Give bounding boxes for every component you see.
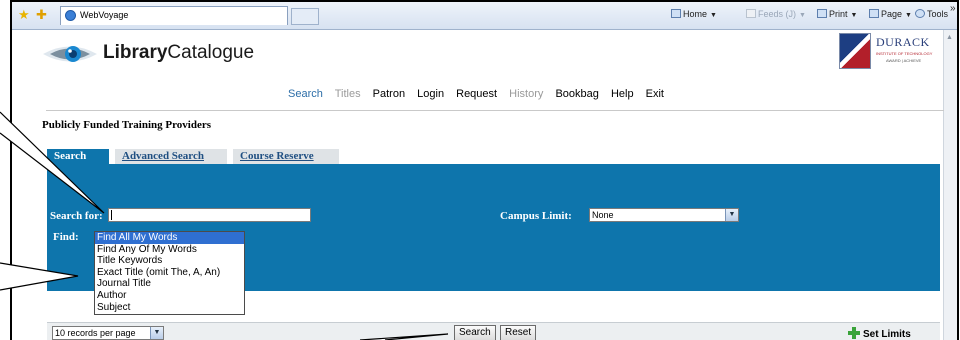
browser-tab[interactable]: WebVoyage (60, 6, 288, 25)
chevron-down-icon[interactable]: ▼ (725, 209, 738, 221)
tab-advanced-search[interactable]: Advanced Search (115, 149, 227, 164)
feeds-button[interactable]: Feeds (J) ▼ (746, 9, 809, 19)
text-cursor (111, 210, 112, 220)
add-favorites-icon[interactable]: ✚ (36, 8, 47, 21)
logo-text: LibraryCatalogue (103, 42, 255, 63)
durack-institute-logo[interactable]: DURACK INSTITUTE OF TECHNOLOGY AWARD | A… (839, 33, 945, 71)
browser-window: ★ ✚ WebVoyage Home ▼ Feeds (J) ▼ Print ▼ Pa… (10, 0, 959, 340)
nav-titles: Titles (334, 88, 361, 100)
institution-subtitle: INSTITUTE OF TECHNOLOGY (876, 51, 933, 56)
find-option-selected[interactable]: Find All My Words (95, 232, 244, 244)
tools-menu-button[interactable]: Tools (915, 9, 948, 19)
find-type-listbox[interactable]: Find All My Words Find Any Of My Words T… (94, 231, 245, 315)
page-icon (869, 9, 879, 18)
nav-search[interactable]: Search (288, 88, 323, 100)
favorites-star-icon[interactable]: ★ (18, 8, 30, 21)
home-icon (671, 9, 681, 18)
find-option[interactable]: Exact Title (omit The, A, An) (95, 267, 244, 279)
nav-request[interactable]: Request (456, 88, 497, 100)
ie-page-icon (65, 10, 76, 21)
print-icon (817, 9, 827, 18)
nav-history: History (509, 88, 544, 100)
eye-logo-icon (43, 46, 97, 62)
toolbar-overflow-chevron-icon[interactable]: » (950, 3, 956, 14)
chevron-down-icon[interactable]: ▼ (150, 327, 163, 339)
browser-toolbar: ★ ✚ WebVoyage Home ▼ Feeds (J) ▼ Print ▼ Pa… (12, 2, 957, 30)
scroll-up-arrow-icon[interactable]: ▲ (946, 34, 953, 41)
find-option[interactable]: Author (95, 290, 244, 302)
tab-search[interactable]: Search (47, 149, 109, 164)
campus-limit-label: Campus Limit: (500, 210, 572, 222)
set-limits-button[interactable]: Set Limits (848, 327, 911, 340)
nav-patron[interactable]: Patron (373, 88, 405, 100)
find-option[interactable]: Title Keywords (95, 255, 244, 267)
campus-limit-select[interactable]: None ▼ (589, 208, 739, 222)
main-nav: Search Titles Patron Login Request Histo… (288, 88, 673, 100)
institution-name: DURACK (876, 35, 930, 49)
header-divider (46, 110, 944, 111)
page-menu-button[interactable]: Page ▼ (869, 9, 915, 19)
gear-icon (915, 9, 925, 18)
org-title: Publicly Funded Training Providers (42, 119, 212, 131)
nav-login[interactable]: Login (417, 88, 444, 100)
vertical-scrollbar[interactable]: ▲ (943, 30, 957, 340)
search-button[interactable]: Search (454, 325, 496, 340)
plus-icon (848, 327, 860, 339)
tab-course-reserve[interactable]: Course Reserve (233, 149, 339, 164)
nav-bookbag[interactable]: Bookbag (555, 88, 598, 100)
nav-exit[interactable]: Exit (646, 88, 664, 100)
home-button[interactable]: Home ▼ (671, 9, 720, 19)
find-label: Find: (53, 231, 79, 243)
find-option[interactable]: Journal Title (95, 278, 244, 290)
search-for-label: Search for: (50, 210, 103, 222)
print-button[interactable]: Print ▼ (817, 9, 860, 19)
new-tab-button[interactable] (291, 8, 319, 25)
records-per-page-select[interactable]: 10 records per page ▼ (52, 326, 164, 340)
institution-tagline: AWARD | ACHIEVE (886, 58, 922, 63)
reset-button[interactable]: Reset (500, 325, 537, 340)
nav-help[interactable]: Help (611, 88, 634, 100)
search-input[interactable] (108, 208, 311, 222)
tab-title: WebVoyage (80, 10, 129, 20)
durack-flag-icon (839, 33, 871, 69)
find-option[interactable]: Find Any Of My Words (95, 244, 244, 256)
feeds-icon (746, 9, 756, 18)
find-option[interactable]: Subject (95, 302, 244, 314)
